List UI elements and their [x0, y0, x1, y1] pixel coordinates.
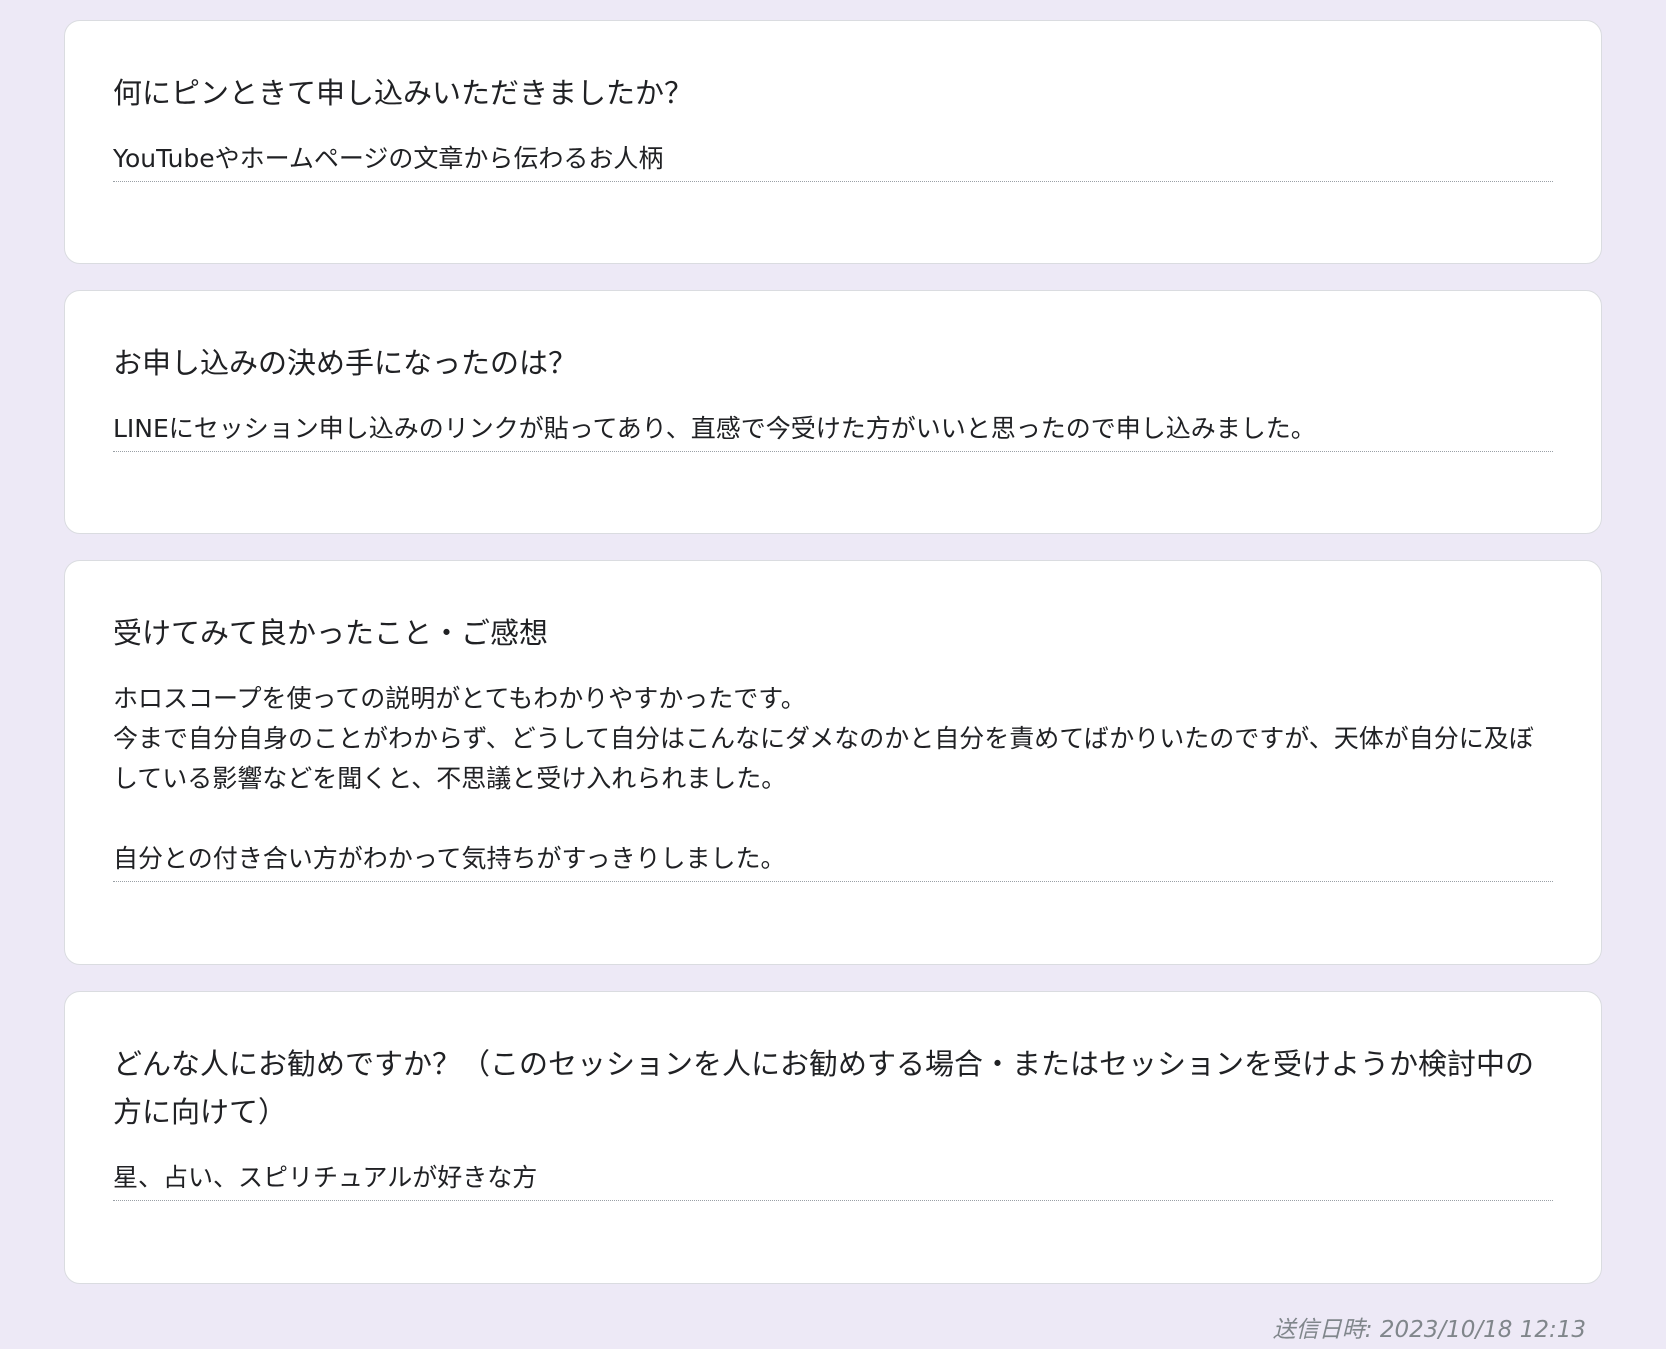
- response-card-1: 何にピンときて申し込みいただきましたか？ YouTubeやホームページの文章から…: [64, 20, 1602, 264]
- response-card-2: お申し込みの決め手になったのは？ LINEにセッション申し込みのリンクが貼ってあ…: [64, 290, 1602, 534]
- answer-text: ホロスコープを使っての説明がとてもわかりやすかったです。 今まで自分自身のことが…: [113, 679, 1553, 882]
- response-card-3: 受けてみて良かったこと・ご感想 ホロスコープを使っての説明がとてもわかりやすかっ…: [64, 560, 1602, 965]
- form-response: 何にピンときて申し込みいただきましたか？ YouTubeやホームページの文章から…: [64, 20, 1602, 1310]
- submission-timestamp: 送信日時: 2023/10/18 12:13: [1272, 1317, 1586, 1343]
- question-title: どんな人にお勧めですか？（このセッションを人にお勧めする場合・またはセッションを…: [113, 1047, 1535, 1129]
- question-title: 受けてみて良かったこと・ご感想: [113, 616, 549, 650]
- question-title: お申し込みの決め手になったのは？: [113, 346, 578, 380]
- answer-text: 星、占い、スピリチュアルが好きな方: [113, 1158, 1553, 1201]
- response-card-4: どんな人にお勧めですか？（このセッションを人にお勧めする場合・またはセッションを…: [64, 991, 1602, 1284]
- question-title: 何にピンときて申し込みいただきましたか？: [113, 76, 694, 110]
- answer-text: LINEにセッション申し込みのリンクが貼ってあり、直感で今受けた方がいいと思った…: [113, 409, 1553, 452]
- answer-text: YouTubeやホームページの文章から伝わるお人柄: [113, 139, 1553, 182]
